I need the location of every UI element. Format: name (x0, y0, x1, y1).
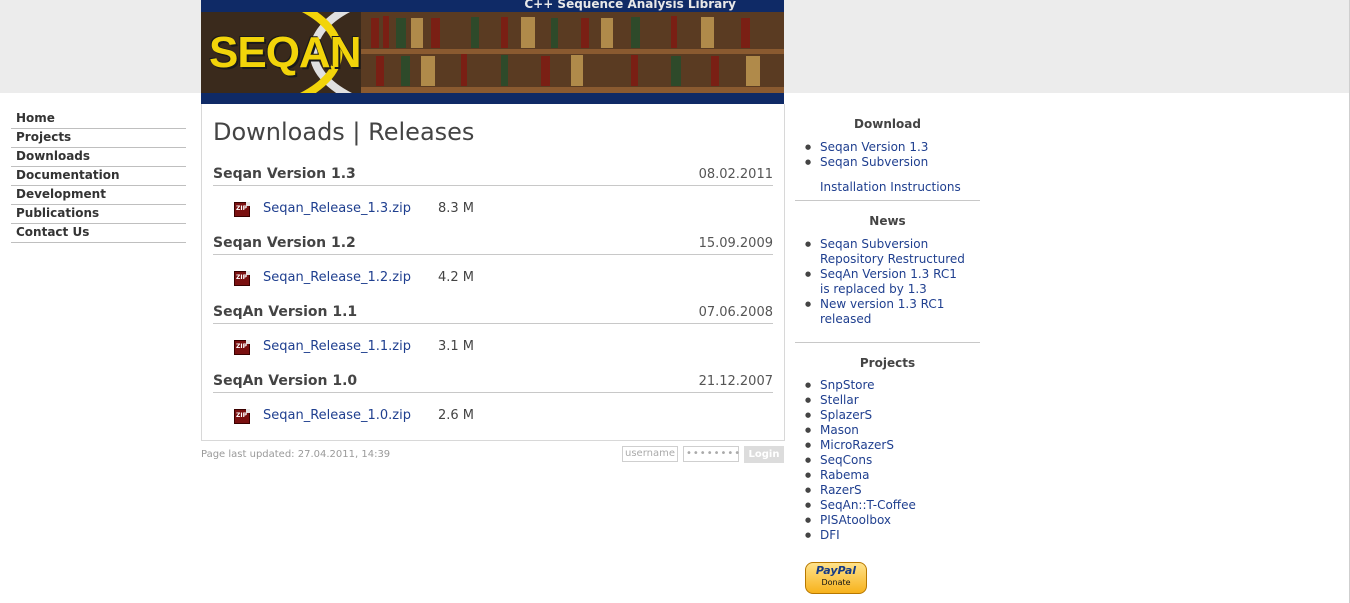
file-size: 8.3 M (438, 201, 475, 216)
release-date: 07.06.2008 (698, 305, 773, 320)
download-item-seqan-1-3[interactable]: Seqan Version 1.3 (795, 140, 980, 155)
news-heading: News (869, 214, 906, 228)
download-list: Seqan Version 1.3 Seqan Subversion (795, 140, 980, 170)
nav-development[interactable]: Development (11, 186, 186, 205)
release-date: 08.02.2011 (698, 167, 773, 182)
release-title: Seqan Version 1.2 (213, 235, 356, 251)
site-banner: C++ Sequence Analysis Library SEQAN (201, 0, 784, 104)
project-item-rabema[interactable]: Rabema (795, 468, 980, 483)
page-title: Downloads | Releases (213, 118, 475, 146)
project-item-dfi[interactable]: DFI (795, 528, 980, 543)
main-navigation: Home Projects Downloads Documentation De… (11, 110, 186, 243)
release-header: Seqan Version 1.3 08.02.2011 (213, 166, 773, 186)
project-item-seqcons[interactable]: SeqCons (795, 453, 980, 468)
sidebar-divider (795, 342, 980, 343)
project-item-stellar[interactable]: Stellar (795, 393, 980, 408)
paypal-logo: PayPal (815, 564, 857, 577)
download-item-subversion[interactable]: Seqan Subversion (795, 155, 980, 170)
sidebar-divider (795, 200, 980, 201)
download-link[interactable]: Seqan_Release_1.3.zip (263, 201, 411, 216)
release-file-row: ZIP Seqan_Release_1.1.zip 3.1 M (213, 339, 773, 364)
projects-heading: Projects (859, 356, 916, 370)
nav-publications[interactable]: Publications (11, 205, 186, 224)
banner-tagline: C++ Sequence Analysis Library (201, 0, 784, 12)
project-item-razers[interactable]: RazerS (795, 483, 980, 498)
project-item-microrazers[interactable]: MicroRazerS (795, 438, 980, 453)
file-size: 4.2 M (438, 270, 475, 285)
download-link[interactable]: Seqan_Release_1.2.zip (263, 270, 411, 285)
zip-file-icon[interactable]: ZIP (234, 340, 250, 355)
release-title: Seqan Version 1.3 (213, 166, 356, 182)
news-item[interactable]: New version 1.3 RC1 released (795, 297, 965, 327)
project-item-pisatoolbox[interactable]: PISAtoolbox (795, 513, 980, 528)
release-header: SeqAn Version 1.1 07.06.2008 (213, 304, 773, 324)
project-item-splazers[interactable]: SplazerS (795, 408, 980, 423)
project-item-mason[interactable]: Mason (795, 423, 980, 438)
zip-file-icon[interactable]: ZIP (234, 271, 250, 286)
projects-list: SnpStore Stellar SplazerS Mason MicroRaz… (795, 378, 980, 543)
release-title: SeqAn Version 1.1 (213, 304, 358, 320)
paypal-donate-button[interactable]: PayPal Donate (805, 562, 867, 594)
download-link[interactable]: Seqan_Release_1.1.zip (263, 339, 411, 354)
password-input[interactable]: •••••••• (683, 446, 740, 462)
main-content: Downloads | Releases Seqan Version 1.3 0… (201, 104, 785, 441)
release-file-row: ZIP Seqan_Release_1.0.zip 2.6 M (213, 408, 773, 433)
news-item[interactable]: Seqan Subversion Repository Restructured (795, 237, 965, 267)
banner-bottom-bar (201, 93, 784, 104)
nav-home[interactable]: Home (11, 110, 186, 129)
right-sidebar: Download Seqan Version 1.3 Seqan Subvers… (795, 110, 980, 543)
release-section: Seqan Version 1.2 15.09.2009 ZIP Seqan_R… (213, 235, 773, 295)
nav-projects[interactable]: Projects (11, 129, 186, 148)
project-item-snpstore[interactable]: SnpStore (795, 378, 980, 393)
file-size: 2.6 M (438, 408, 475, 423)
login-button[interactable]: Login (744, 446, 784, 463)
release-file-row: ZIP Seqan_Release_1.3.zip 8.3 M (213, 201, 773, 226)
nav-contact-us[interactable]: Contact Us (11, 224, 186, 243)
release-date: 21.12.2007 (698, 374, 773, 389)
donate-label: Donate (821, 578, 851, 587)
download-heading: Download (854, 117, 921, 131)
zip-file-icon[interactable]: ZIP (234, 409, 250, 424)
installation-instructions-link[interactable]: Installation Instructions (795, 180, 980, 194)
release-title: SeqAn Version 1.0 (213, 373, 358, 389)
last-updated-text: Page last updated: 27.04.2011, 14:39 (201, 449, 391, 460)
seqan-logo[interactable]: SEQAN (209, 28, 361, 78)
news-item[interactable]: SeqAn Version 1.3 RC1 is replaced by 1.3 (795, 267, 965, 297)
project-item-seqan-tcoffee[interactable]: SeqAn::T-Coffee (795, 498, 980, 513)
release-header: Seqan Version 1.2 15.09.2009 (213, 235, 773, 255)
nav-downloads[interactable]: Downloads (11, 148, 186, 167)
file-size: 3.1 M (438, 339, 475, 354)
download-link[interactable]: Seqan_Release_1.0.zip (263, 408, 411, 423)
release-file-row: ZIP Seqan_Release_1.2.zip 4.2 M (213, 270, 773, 295)
release-section: SeqAn Version 1.0 21.12.2007 ZIP Seqan_R… (213, 373, 773, 433)
nav-documentation[interactable]: Documentation (11, 167, 186, 186)
release-section: Seqan Version 1.3 08.02.2011 ZIP Seqan_R… (213, 166, 773, 226)
release-date: 15.09.2009 (698, 236, 773, 251)
username-input[interactable]: username (622, 446, 678, 462)
zip-file-icon[interactable]: ZIP (234, 202, 250, 217)
release-section: SeqAn Version 1.1 07.06.2008 ZIP Seqan_R… (213, 304, 773, 364)
news-list: Seqan Subversion Repository Restructured… (795, 237, 965, 327)
release-header: SeqAn Version 1.0 21.12.2007 (213, 373, 773, 393)
